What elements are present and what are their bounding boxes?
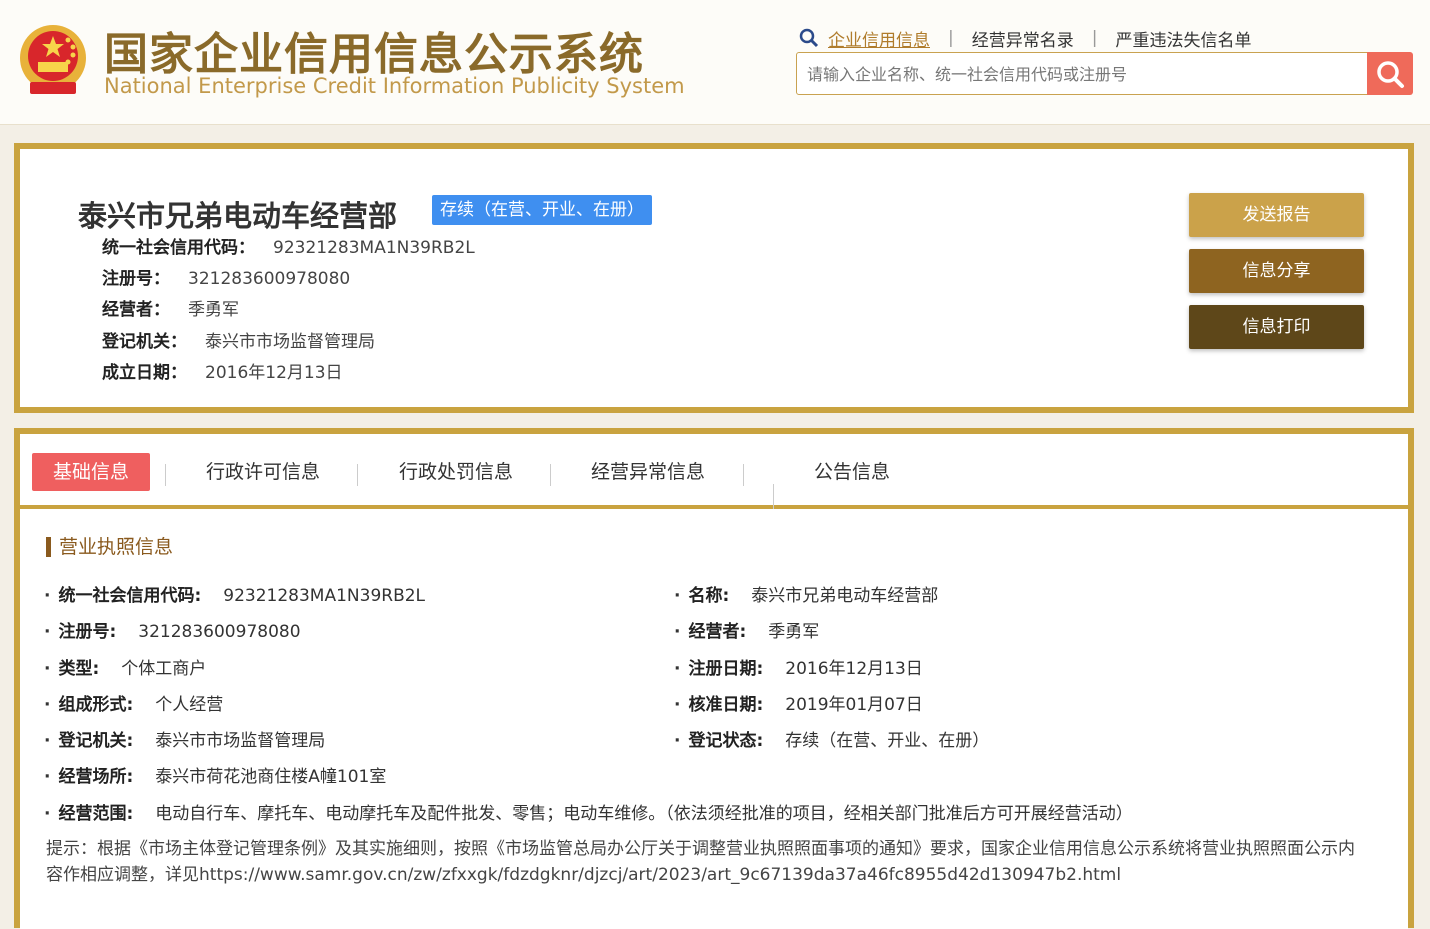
print-info-button[interactable]: 信息打印 — [1189, 305, 1364, 349]
field-label: 注册日期: — [688, 659, 764, 679]
field-label: 登记状态: — [688, 731, 764, 751]
field-value: 321283600978080 — [138, 622, 301, 642]
search-button[interactable] — [1367, 52, 1413, 95]
send-report-button[interactable]: 发送报告 — [1189, 193, 1364, 237]
summary-value: 321283600978080 — [188, 269, 351, 289]
national-emblem-icon — [20, 25, 86, 94]
field-reg-date: · 注册日期: 2016年12月13日 — [674, 659, 923, 679]
tab-divider — [357, 464, 358, 486]
field-premises: · 经营场所: 泰兴市荷花池商住楼A幢101室 — [44, 767, 387, 787]
nav-separator: | — [1091, 28, 1098, 48]
field-label: 组成形式: — [58, 695, 134, 715]
field-composition: · 组成形式: 个人经营 — [44, 695, 224, 715]
field-label: 登记机关: — [58, 731, 134, 751]
search-icon — [799, 28, 819, 48]
field-label: 名称: — [688, 586, 730, 606]
tab-announcements[interactable]: 公告信息 — [814, 453, 890, 491]
summary-row-operator: 经营者： 季勇军 — [102, 295, 239, 320]
tab-divider — [743, 464, 744, 486]
field-type: · 类型: 个体工商户 — [44, 659, 207, 679]
summary-value: 92321283MA1N39RB2L — [273, 238, 475, 258]
nav-separator: | — [948, 28, 954, 48]
tab-basic-info[interactable]: 基础信息 — [32, 453, 151, 491]
nav-enterprise-credit[interactable]: 企业信用信息 — [828, 26, 930, 51]
company-summary-card: 泰兴市兄弟电动车经营部 存续（在营、开业、在册） 统一社会信用代码： 923212… — [14, 143, 1414, 413]
field-label: 经营范围: — [58, 804, 134, 824]
detail-card: 基础信息 行政许可信息 行政处罚信息 经营异常信息 公告信息 营业执照信息 · 统… — [14, 428, 1414, 929]
field-label: 类型: — [58, 659, 100, 679]
company-name: 泰兴市兄弟电动车经营部 — [78, 199, 398, 233]
search-icon — [1377, 60, 1404, 88]
nav-blacklist[interactable]: 严重违法失信名单 — [1115, 26, 1251, 51]
summary-row-reg-no: 注册号： 321283600978080 — [102, 264, 350, 289]
field-reg-no: · 注册号: 321283600978080 — [44, 622, 301, 642]
field-approval-date: · 核准日期: 2019年01月07日 — [674, 695, 923, 715]
nav-abnormal-list[interactable]: 经营异常名录 — [972, 26, 1074, 51]
summary-label: 经营者： — [102, 300, 170, 320]
field-value: 2016年12月13日 — [785, 659, 923, 679]
field-label: 经营者: — [688, 622, 747, 642]
field-authority: · 登记机关: 泰兴市市场监督管理局 — [44, 731, 326, 751]
site-title-en: National Enterprise Credit Information P… — [104, 74, 685, 98]
field-value: 泰兴市荷花池商住楼A幢101室 — [155, 767, 387, 787]
summary-label: 统一社会信用代码： — [102, 238, 255, 258]
summary-label: 成立日期： — [102, 363, 187, 383]
field-reg-status: · 登记状态: 存续（在营、开业、在册） — [674, 731, 990, 751]
summary-value: 季勇军 — [188, 300, 239, 320]
summary-row-authority: 登记机关： 泰兴市市场监督管理局 — [102, 327, 375, 352]
field-value: 泰兴市市场监督管理局 — [155, 731, 326, 751]
field-credit-code: · 统一社会信用代码: 92321283MA1N39RB2L — [44, 586, 426, 606]
field-value: 泰兴市兄弟电动车经营部 — [751, 586, 939, 606]
field-value: 电动自行车、摩托车、电动摩托车及配件批发、零售；电动车维修。（依法须经批准的项目… — [155, 804, 1133, 824]
field-label: 统一社会信用代码: — [58, 586, 202, 606]
field-value: 个体工商户 — [121, 659, 207, 679]
field-value: 存续（在营、开业、在册） — [785, 731, 990, 751]
tab-divider — [165, 464, 166, 486]
share-info-button[interactable]: 信息分享 — [1189, 249, 1364, 293]
summary-value: 2016年12月13日 — [205, 363, 343, 383]
tab-divider — [773, 484, 774, 512]
field-label: 核准日期: — [688, 695, 764, 715]
field-business-scope: · 经营范围: 电动自行车、摩托车、电动摩托车及配件批发、零售；电动车维修。（依法须… — [44, 804, 1133, 824]
field-label: 经营场所: — [58, 767, 134, 787]
field-value: 季勇军 — [768, 622, 820, 642]
tab-admin-penalty[interactable]: 行政处罚信息 — [399, 453, 513, 491]
summary-row-established: 成立日期： 2016年12月13日 — [102, 358, 343, 383]
tab-abnormal-operation[interactable]: 经营异常信息 — [591, 453, 705, 491]
field-label: 注册号: — [58, 622, 117, 642]
search-box — [796, 52, 1413, 96]
top-nav: 企业信用信息 | 经营异常名录 | 严重违法失信名单 — [798, 24, 1251, 52]
section-title: 营业执照信息 — [46, 537, 173, 557]
tab-admin-license[interactable]: 行政许可信息 — [206, 453, 320, 491]
page-header: 国家企业信用信息公示系统 National Enterprise Credit … — [0, 0, 1430, 125]
field-value: 92321283MA1N39RB2L — [223, 586, 426, 606]
summary-value: 泰兴市市场监督管理局 — [205, 332, 375, 352]
field-value: 2019年01月07日 — [785, 695, 923, 715]
status-badge: 存续（在营、开业、在册） — [432, 195, 652, 225]
notice-text: 提示：根据《市场主体登记管理条例》及其实施细则，按照《市场监管总局办公厅关于调整… — [46, 839, 1355, 885]
summary-row-credit-code: 统一社会信用代码： 92321283MA1N39RB2L — [102, 233, 475, 258]
field-operator: · 经营者: 季勇军 — [674, 622, 820, 642]
license-panel: 营业执照信息 · 统一社会信用代码: 92321283MA1N39RB2L · 注册号… — [20, 509, 1408, 929]
field-name: · 名称: 泰兴市兄弟电动车经营部 — [674, 586, 939, 606]
tab-divider — [550, 464, 551, 486]
summary-label: 登记机关： — [102, 332, 187, 352]
search-input[interactable] — [805, 53, 1359, 96]
site-title-cn: 国家企业信用信息公示系统 — [104, 29, 644, 80]
tab-bar: 基础信息 行政许可信息 行政处罚信息 经营异常信息 公告信息 — [20, 434, 1408, 512]
field-value: 个人经营 — [155, 695, 224, 715]
summary-label: 注册号： — [102, 269, 170, 289]
